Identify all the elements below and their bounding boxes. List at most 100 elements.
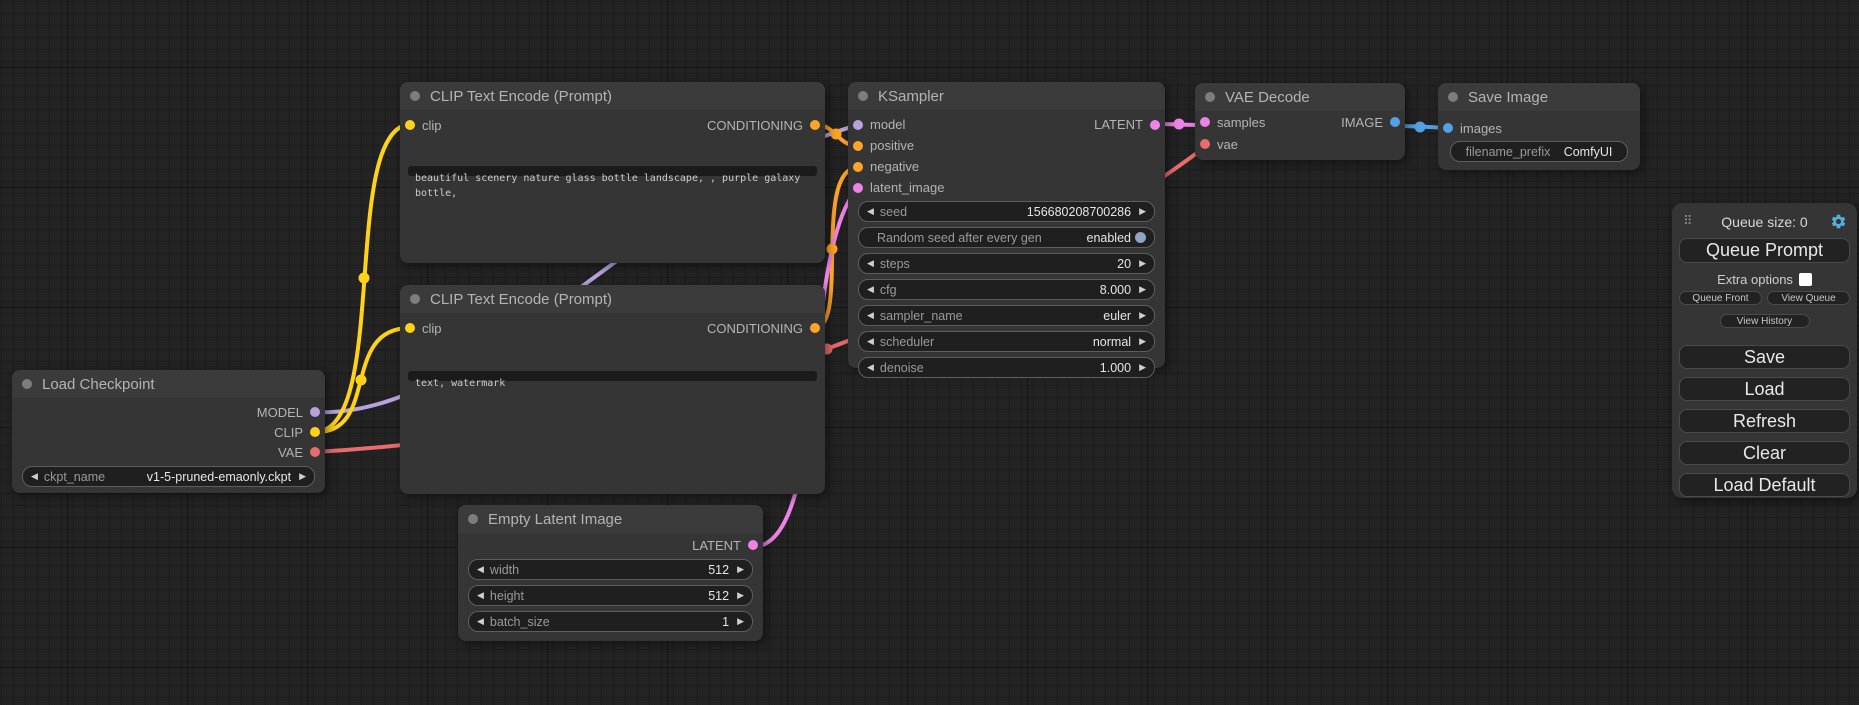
link-dot <box>1415 122 1426 133</box>
slot-label: VAE <box>278 445 303 460</box>
filename-prefix-widget[interactable]: filename_prefix ComfyUI <box>1450 141 1628 162</box>
clear-button[interactable]: Clear <box>1679 441 1850 465</box>
decrement-arrow-icon[interactable]: ◀ <box>867 285 874 294</box>
increment-arrow-icon[interactable]: ▶ <box>1139 363 1146 372</box>
queue-front-button[interactable]: Queue Front <box>1679 291 1762 305</box>
images-input-dot[interactable] <box>1443 123 1453 133</box>
denoise-widget[interactable]: ◀ denoise 1.000 ▶ <box>858 357 1155 378</box>
clip-output-dot[interactable] <box>310 427 320 437</box>
widget-value: normal <box>1093 335 1131 349</box>
extra-options-label: Extra options <box>1717 272 1793 287</box>
latent-output-dot[interactable] <box>748 540 758 550</box>
view-queue-button[interactable]: View Queue <box>1767 291 1850 305</box>
latent-output-dot[interactable] <box>1150 120 1160 130</box>
node-title-bar[interactable]: CLIP Text Encode (Prompt) <box>400 285 825 313</box>
collapse-dot-icon[interactable] <box>858 91 868 101</box>
steps-widget[interactable]: ◀ steps 20 ▶ <box>858 253 1155 274</box>
node-title: Load Checkpoint <box>42 376 155 393</box>
increment-arrow-icon[interactable]: ▶ <box>737 617 744 626</box>
widget-label: height <box>490 589 524 603</box>
conditioning-output-dot[interactable] <box>810 323 820 333</box>
node-title-bar[interactable]: VAE Decode <box>1195 83 1405 111</box>
height-widget[interactable]: ◀ height 512 ▶ <box>468 585 753 606</box>
load-button[interactable]: Load <box>1679 377 1850 401</box>
extra-options-checkbox[interactable] <box>1799 273 1812 286</box>
decrement-arrow-icon[interactable]: ◀ <box>477 591 484 600</box>
decrement-arrow-icon[interactable]: ◀ <box>867 207 874 216</box>
node-graph-canvas[interactable]: Load Checkpoint MODEL CLIP VAE ◀ ckpt_na… <box>0 0 1859 705</box>
load-default-button[interactable]: Load Default <box>1679 473 1850 497</box>
node-save-image[interactable]: Save Image images filename_prefix ComfyU… <box>1438 83 1640 170</box>
increment-arrow-icon[interactable]: ▶ <box>737 565 744 574</box>
decrement-arrow-icon[interactable]: ◀ <box>31 472 38 481</box>
input-slot-negative: negative <box>848 156 1165 177</box>
increment-arrow-icon[interactable]: ▶ <box>1139 311 1146 320</box>
positive-input-dot[interactable] <box>853 141 863 151</box>
increment-arrow-icon[interactable]: ▶ <box>1139 337 1146 346</box>
widget-label: seed <box>880 205 907 219</box>
vae-input-dot[interactable] <box>1200 139 1210 149</box>
save-button[interactable]: Save <box>1679 345 1850 369</box>
view-history-button[interactable]: View History <box>1720 314 1810 328</box>
collapse-dot-icon[interactable] <box>22 379 32 389</box>
decrement-arrow-icon[interactable]: ◀ <box>867 337 874 346</box>
ckpt-name-widget[interactable]: ◀ ckpt_name v1-5-pruned-emaonly.ckpt ▶ <box>22 466 315 487</box>
link-dot <box>827 244 838 255</box>
widget-value: 8.000 <box>1100 283 1131 297</box>
negative-input-dot[interactable] <box>853 162 863 172</box>
collapse-dot-icon[interactable] <box>468 514 478 524</box>
scheduler-widget[interactable]: ◀ scheduler normal ▶ <box>858 331 1155 352</box>
collapse-dot-icon[interactable] <box>410 294 420 304</box>
conditioning-output-dot[interactable] <box>810 120 820 130</box>
image-output-dot[interactable] <box>1390 117 1400 127</box>
node-empty-latent-image[interactable]: Empty Latent Image LATENT ◀ width 512 ▶ … <box>458 505 763 641</box>
seed-widget[interactable]: ◀ seed 156680208700286 ▶ <box>858 201 1155 222</box>
width-widget[interactable]: ◀ width 512 ▶ <box>468 559 753 580</box>
model-output-dot[interactable] <box>310 407 320 417</box>
node-clip-text-encode-negative[interactable]: CLIP Text Encode (Prompt) clip CONDITION… <box>400 285 825 494</box>
refresh-button[interactable]: Refresh <box>1679 409 1850 433</box>
positive-prompt-textarea[interactable]: beautiful scenery nature glass bottle la… <box>408 166 817 176</box>
increment-arrow-icon[interactable]: ▶ <box>1139 207 1146 216</box>
decrement-arrow-icon[interactable]: ◀ <box>867 259 874 268</box>
collapse-dot-icon[interactable] <box>1448 92 1458 102</box>
queue-prompt-button[interactable]: Queue Prompt <box>1679 238 1850 263</box>
decrement-arrow-icon[interactable]: ◀ <box>867 363 874 372</box>
increment-arrow-icon[interactable]: ▶ <box>1139 259 1146 268</box>
latent-image-input-dot[interactable] <box>853 183 863 193</box>
settings-gear-icon[interactable] <box>1830 213 1847 230</box>
vae-output-dot[interactable] <box>310 447 320 457</box>
drag-handle-icon[interactable]: ⠿ <box>1683 213 1693 229</box>
node-ksampler[interactable]: KSampler model positive negative latent_… <box>848 82 1165 368</box>
slot-label: negative <box>870 159 919 174</box>
collapse-dot-icon[interactable] <box>410 91 420 101</box>
decrement-arrow-icon[interactable]: ◀ <box>477 617 484 626</box>
batch-size-widget[interactable]: ◀ batch_size 1 ▶ <box>468 611 753 632</box>
widget-value: 20 <box>1117 257 1131 271</box>
node-title-bar[interactable]: Load Checkpoint <box>12 370 325 398</box>
widget-label: cfg <box>880 283 897 297</box>
random-seed-toggle[interactable]: Random seed after every gen enabled <box>858 227 1155 248</box>
node-clip-text-encode-positive[interactable]: CLIP Text Encode (Prompt) clip CONDITION… <box>400 82 825 263</box>
sampler-name-widget[interactable]: ◀ sampler_name euler ▶ <box>858 305 1155 326</box>
node-title-bar[interactable]: KSampler <box>848 82 1165 110</box>
decrement-arrow-icon[interactable]: ◀ <box>477 565 484 574</box>
decrement-arrow-icon[interactable]: ◀ <box>867 311 874 320</box>
cfg-widget[interactable]: ◀ cfg 8.000 ▶ <box>858 279 1155 300</box>
widget-value: v1-5-pruned-emaonly.ckpt <box>147 470 291 484</box>
node-title-bar[interactable]: Save Image <box>1438 83 1640 111</box>
node-title-bar[interactable]: CLIP Text Encode (Prompt) <box>400 82 825 110</box>
increment-arrow-icon[interactable]: ▶ <box>299 472 306 481</box>
increment-arrow-icon[interactable]: ▶ <box>737 591 744 600</box>
node-load-checkpoint[interactable]: Load Checkpoint MODEL CLIP VAE ◀ ckpt_na… <box>12 370 325 493</box>
node-vae-decode[interactable]: VAE Decode samples vae IMAGE <box>1195 83 1405 160</box>
collapse-dot-icon[interactable] <box>1205 92 1215 102</box>
node-title-bar[interactable]: Empty Latent Image <box>458 505 763 533</box>
slot-label: LATENT <box>692 538 741 553</box>
slot-label: MODEL <box>257 405 303 420</box>
slot-label: images <box>1460 121 1502 136</box>
slot-label: vae <box>1217 137 1238 152</box>
negative-prompt-textarea[interactable]: text, watermark <box>408 371 817 381</box>
increment-arrow-icon[interactable]: ▶ <box>1139 285 1146 294</box>
toggle-knob-icon[interactable] <box>1135 232 1146 243</box>
